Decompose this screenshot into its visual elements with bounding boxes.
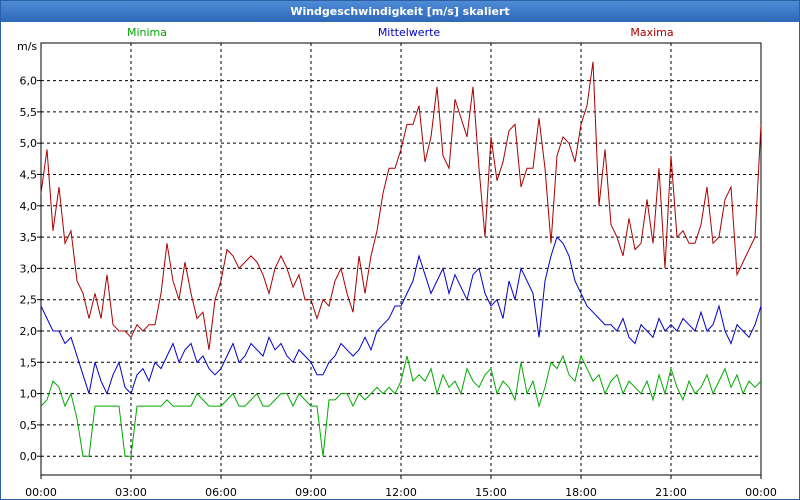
y-axis-label: m/s [17,40,37,53]
y-tick-label: 2,5 [20,294,38,307]
y-tick-label: 6,0 [20,75,38,88]
x-tick-time: 12:00 [385,486,417,499]
x-tick-time: 21:00 [655,486,687,499]
x-tick-time: 15:00 [475,486,507,499]
x-tick-time: 18:00 [565,486,597,499]
legend-item-mittelwerte: Mittelwerte [378,26,441,39]
x-tick-time: 00:00 [745,486,777,499]
y-tick-label: 1,5 [20,356,38,369]
x-axis: 00:0022.11.1803:0022.11.1806:0022.11.180… [25,475,777,499]
legend-item-minima: Minima [127,26,167,39]
y-tick-label: 0,5 [20,419,38,432]
y-tick-label: 0,0 [20,450,38,463]
x-tick-time: 09:00 [295,486,327,499]
legend-item-maxima: Maxima [630,26,673,39]
x-tick-time: 03:00 [115,486,147,499]
y-tick-label: 5,0 [20,137,38,150]
chart: 0,00,51,01,52,02,53,03,54,04,55,05,56,0 … [17,26,777,499]
x-tick-time: 00:00 [25,486,57,499]
chart-window: Windgeschwindigkeit [m/s] skaliert 0,0 0,… [0,0,800,500]
y-tick-label: 4,5 [20,168,38,181]
y-tick-label: 2,0 [20,325,38,338]
y-tick-label: 1,0 [20,388,38,401]
y-tick-label: 3,0 [20,262,38,275]
y-tick-label: 3,5 [20,231,38,244]
y-tick-label: 5,5 [20,106,38,119]
y-tick-label: 4,0 [20,200,38,213]
x-tick-time: 06:00 [205,486,237,499]
window-title: Windgeschwindigkeit [m/s] skaliert [1,1,799,22]
y-axis: 0,0 0,5 1,0 1,5 2,0 2,5 3,0 3,5 4,0 4,5 5,0 5,5 6,0 [20,75,41,463]
